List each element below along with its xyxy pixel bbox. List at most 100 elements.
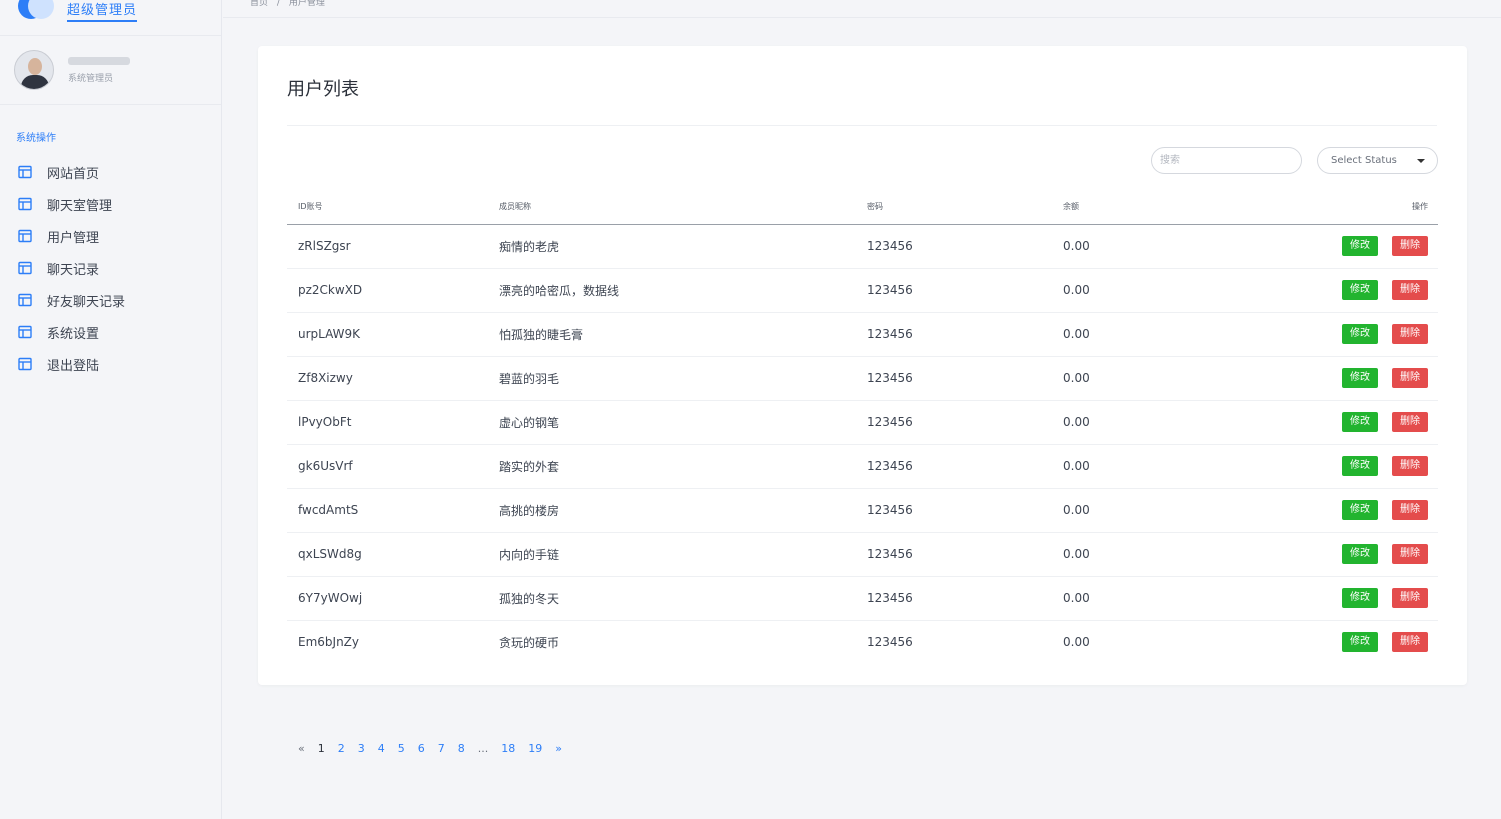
cell-ops: 修改 删除 [1263,576,1438,621]
edit-button[interactable]: 修改 [1342,236,1378,256]
sidebar-item-2[interactable]: 用户管理 [0,220,221,252]
pagination-page[interactable]: 1 [318,742,325,755]
delete-button[interactable]: 删除 [1392,236,1428,256]
brand-title[interactable]: 超级管理员 [67,0,138,22]
cell-ops: 修改 删除 [1263,444,1438,489]
table-row: zRlSZgsr 痴情的老虎 123456 0.00 修改 删除 [287,224,1438,269]
sidebar-item-5[interactable]: 系统设置 [0,316,221,348]
edit-button[interactable]: 修改 [1342,500,1378,520]
sidebar-item-6[interactable]: 退出登陆 [0,348,221,380]
edit-button[interactable]: 修改 [1342,412,1378,432]
table-row: Em6bJnZy 贪玩的硬币 123456 0.00 修改 删除 [287,620,1438,664]
sidebar-item-0[interactable]: 网站首页 [0,156,221,188]
card-divider [287,125,1437,126]
status-select-label: Select Status [1331,155,1397,166]
cell-password: 123456 [867,356,1063,401]
layout-icon [18,357,32,371]
profile-name-redacted [68,56,130,65]
cell-id: 6Y7yWOwj [287,576,499,621]
delete-button[interactable]: 删除 [1392,544,1428,564]
pagination-page[interactable]: 3 [358,742,365,755]
col-header-nickname[interactable]: 成员昵称 [499,190,867,225]
edit-button[interactable]: 修改 [1342,632,1378,653]
sidebar-item-label: 好友聊天记录 [47,294,126,310]
delete-button[interactable]: 删除 [1392,412,1428,432]
col-header-balance[interactable]: 余额 [1063,190,1263,225]
sidebar-nav: 网站首页聊天室管理用户管理 聊天记录好友聊天记录系统设置退出登陆 [0,156,221,380]
cell-id: fwcdAmtS [287,488,499,533]
layout-icon [18,197,32,211]
cell-balance: 0.00 [1063,224,1263,269]
sidebar-item-4[interactable]: 好友聊天记录 [0,284,221,316]
delete-button[interactable]: 删除 [1392,324,1428,344]
sidebar-item-1[interactable]: 聊天室管理 [0,188,221,220]
cell-id: Em6bJnZy [298,635,359,650]
cell-password: 123456 [867,532,1063,577]
cell-id: pz2CkwXD [287,268,499,313]
edit-button[interactable]: 修改 [1342,456,1378,476]
pagination-prev[interactable]: « [298,742,305,755]
table-row: gk6UsVrf 踏实的外套 123456 0.00 修改 删除 [287,444,1438,489]
cell-nickname: 踏实的外套 [499,444,867,489]
delete-button[interactable]: 删除 [1392,632,1428,653]
page-title: 用户列表 [287,79,359,100]
status-select[interactable]: Select Status [1317,147,1438,174]
pagination-page[interactable]: 6 [418,742,425,755]
cell-nickname: 怕孤独的睫毛膏 [499,312,867,357]
sidebar: 超级管理员 系统管理员 系统操作 网站首页 聊天室管理 用户管理 聊天记录 好友聊天记录… [0,0,222,819]
sidebar-item-3[interactable]: 聊天记录 [0,252,221,284]
layout-icon [18,229,32,243]
cell-id: Zf8Xizwy [287,356,499,401]
cell-id: gk6UsVrf [287,444,499,489]
delete-button[interactable]: 删除 [1392,500,1428,520]
col-header-password[interactable]: 密码 [867,190,1063,225]
cell-nickname: 内向的手链 [499,532,867,577]
pagination-next[interactable]: » [555,742,562,755]
pagination-page[interactable]: 18 [501,742,515,755]
breadcrumb-current: 用户管理 [288,0,325,8]
cell-nickname: 痴情的老虎 [499,224,867,269]
delete-button[interactable]: 删除 [1392,368,1428,388]
cell-ops: 修改 删除 [1263,312,1438,357]
cell-id: urpLAW9K [287,312,499,357]
avatar[interactable] [14,50,54,90]
delete-button[interactable]: 删除 [1392,456,1428,476]
delete-button[interactable]: 删除 [1392,588,1428,608]
col-header-id[interactable]: ID账号 [287,190,499,225]
table-row: Zf8Xizwy 碧蓝的羽毛 123456 0.00 修改 删除 [287,356,1438,401]
delete-button[interactable]: 删除 [1392,280,1428,300]
cell-nickname: 高挑的楼房 [499,488,867,533]
sidebar-item-label: 退出登陆 [47,358,100,374]
search-input[interactable] [1151,147,1302,174]
cell-balance: 0.00 [1063,400,1263,445]
profile: 系统管理员 [0,36,221,105]
pagination-page[interactable]: 2 [338,742,345,755]
layout-icon [18,165,32,179]
breadcrumb-home[interactable]: 首页 [250,0,268,8]
pagination-ellipsis: ... [477,742,489,755]
edit-button[interactable]: 修改 [1342,588,1378,608]
cell-ops: 修改 删除 [1263,488,1438,533]
cell-balance: 0.00 [1063,444,1263,489]
edit-button[interactable]: 修改 [1342,544,1378,564]
cell-ops: 修改 删除 [1263,268,1438,313]
layout-icon [18,293,32,307]
pagination-page[interactable]: 5 [398,742,405,755]
cell-password: 123456 [867,576,1063,621]
user-table: ID账号 成员昵称 密码 余额 操作 zRlSZgsr 痴情的老虎 123456 0.… [287,190,1438,664]
pagination-page[interactable]: 8 [458,742,465,755]
pagination-page[interactable]: 4 [378,742,385,755]
breadcrumb: 首页 / 用户管理 [250,0,325,8]
pagination-page[interactable]: 7 [438,742,445,755]
cell-ops: 修改 删除 [1263,620,1438,664]
cell-balance: 0.00 [1063,356,1263,401]
header-divider [223,17,1501,18]
cell-password: 123456 [867,268,1063,313]
sidebar-item-label: 聊天室管理 [47,198,113,214]
pagination-page[interactable]: 19 [528,742,542,755]
cell-password: 123456 [867,635,913,650]
edit-button[interactable]: 修改 [1342,368,1378,388]
edit-button[interactable]: 修改 [1342,280,1378,300]
layout-icon [18,261,32,275]
edit-button[interactable]: 修改 [1342,324,1378,344]
